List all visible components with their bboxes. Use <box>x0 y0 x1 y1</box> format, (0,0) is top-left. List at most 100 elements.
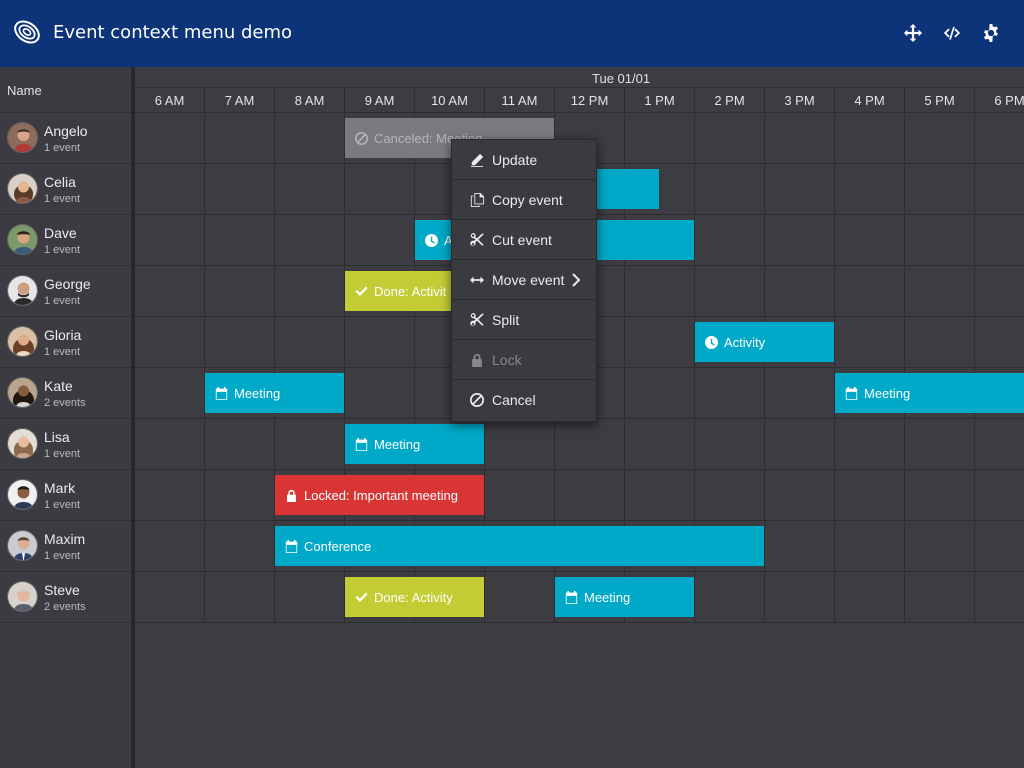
grid-line <box>764 113 765 623</box>
resource-row[interactable]: Dave 1 event <box>0 215 131 266</box>
app-header: Event context menu demo <box>0 0 1024 67</box>
event-label: Meeting <box>374 436 421 452</box>
hour-label: 11 AM <box>485 88 555 113</box>
resource-event-count: 1 event <box>44 142 81 154</box>
event-bar[interactable]: Locked: Important meeting <box>275 475 484 515</box>
hour-label: 8 AM <box>275 88 345 113</box>
resource-name: George <box>44 276 91 292</box>
resource-row[interactable]: Lisa 1 event <box>0 419 131 470</box>
event-bar[interactable]: Meeting <box>205 373 344 413</box>
scissors-icon <box>470 232 484 246</box>
menu-item-label: Update <box>492 151 538 168</box>
timeline-hours-header: 6 AM 7 AM 8 AM 9 AM 10 AM 11 AM 12 PM 1 … <box>135 88 1024 113</box>
resource-event-count: 2 events <box>44 397 86 409</box>
grid-line <box>204 113 205 623</box>
resource-event-count: 1 event <box>44 499 81 511</box>
resource-name: Gloria <box>44 327 82 343</box>
hour-label: 5 PM <box>905 88 975 113</box>
avatar <box>7 326 38 357</box>
timeline-date-header: Tue 01/01 <box>135 67 1024 88</box>
hour-label: 4 PM <box>835 88 905 113</box>
event-bar[interactable]: Meeting <box>345 424 484 464</box>
hour-label: 6 PM <box>975 88 1024 113</box>
menu-item-label: Lock <box>492 351 522 368</box>
avatar <box>7 428 38 459</box>
resource-row[interactable]: Mark 1 event <box>0 470 131 521</box>
menu-item-label: Cut event <box>492 231 552 248</box>
grid-line <box>135 520 1024 521</box>
event-label: Activity <box>724 334 766 350</box>
resource-event-count: 2 events <box>44 601 86 613</box>
scissors-icon <box>470 312 484 326</box>
move-arrows-button[interactable] <box>900 20 926 46</box>
grid-line <box>135 571 1024 572</box>
resource-row[interactable]: Gloria 1 event <box>0 317 131 368</box>
event-bar[interactable]: Conference <box>275 526 764 566</box>
resource-row[interactable]: Angelo 1 event <box>0 113 131 164</box>
menu-item-cut-event[interactable]: Cut event <box>452 220 596 260</box>
calendar-icon <box>845 386 858 400</box>
event-label: Locked: Important meeting <box>304 487 458 503</box>
event-context-menu: Update Copy event Cut event Move event S… <box>451 139 597 422</box>
menu-item-cancel[interactable]: Cancel <box>452 380 596 420</box>
logo-icon <box>12 17 42 47</box>
resource-row[interactable]: Maxim 1 event <box>0 521 131 572</box>
event-bar[interactable]: Done: Activity <box>345 577 484 617</box>
event-label: Done: Activit <box>374 283 447 299</box>
avatar <box>7 122 38 153</box>
resource-column-header-label: Name <box>7 83 42 98</box>
ban-icon <box>470 393 484 407</box>
event-label: Meeting <box>864 385 911 401</box>
horizontal-arrows-icon <box>470 276 484 283</box>
grid-line <box>834 113 835 623</box>
lock-icon <box>472 353 482 367</box>
code-button[interactable] <box>939 20 965 46</box>
resource-event-count: 1 event <box>44 193 81 205</box>
menu-item-label: Split <box>492 311 520 328</box>
menu-item-split[interactable]: Split <box>452 300 596 340</box>
clock-icon <box>425 233 438 247</box>
hour-label: 12 PM <box>555 88 625 113</box>
copy-icon <box>470 192 484 207</box>
calendar-icon <box>285 539 298 553</box>
move-arrows-icon <box>904 24 922 42</box>
menu-item-update[interactable]: Update <box>452 140 596 180</box>
resource-event-count: 1 event <box>44 448 81 460</box>
resource-row[interactable]: Kate 2 events <box>0 368 131 419</box>
event-bar[interactable]: Meeting <box>835 373 1024 413</box>
hour-label: 9 AM <box>345 88 415 113</box>
check-icon <box>355 286 368 296</box>
clock-icon <box>705 335 718 349</box>
resource-name: Kate <box>44 378 73 394</box>
settings-button[interactable] <box>978 20 1004 46</box>
code-icon <box>943 26 961 40</box>
hour-label: 1 PM <box>625 88 695 113</box>
menu-item-label: Cancel <box>492 392 536 408</box>
resource-name: Lisa <box>44 429 70 445</box>
pencil-icon <box>470 153 484 167</box>
resource-event-count: 1 event <box>44 346 81 358</box>
gear-icon <box>984 24 998 42</box>
grid-line <box>135 469 1024 470</box>
menu-item-label: Copy event <box>492 191 563 208</box>
menu-item-label: Move event <box>492 271 565 288</box>
resource-row[interactable]: George 1 event <box>0 266 131 317</box>
event-label: Meeting <box>584 589 631 605</box>
resource-column-header[interactable]: Name <box>0 67 131 113</box>
timeline-date-label: Tue 01/01 <box>592 71 651 86</box>
menu-item-copy-event[interactable]: Copy event <box>452 180 596 220</box>
hour-label: 2 PM <box>695 88 765 113</box>
event-label: Conference <box>304 538 372 554</box>
resource-row[interactable]: Steve 2 events <box>0 572 131 623</box>
resource-name: Mark <box>44 480 76 496</box>
resource-event-count: 1 event <box>44 550 81 562</box>
lock-icon <box>287 489 296 502</box>
event-bar[interactable]: Activity <box>695 322 834 362</box>
event-bar[interactable]: Meeting <box>555 577 694 617</box>
resource-column: Name Angelo 1 event Celia 1 event Dave 1… <box>0 67 131 768</box>
resource-row[interactable]: Celia 1 event <box>0 164 131 215</box>
avatar <box>7 275 38 306</box>
avatar <box>7 530 38 561</box>
resource-name: Dave <box>44 225 77 241</box>
menu-item-move-event[interactable]: Move event <box>452 260 596 300</box>
